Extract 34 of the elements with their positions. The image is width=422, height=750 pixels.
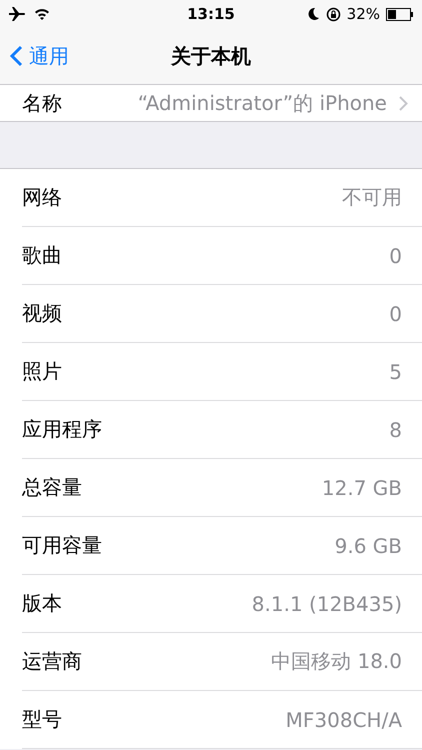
row-value: 8.1.1 (12B435)	[252, 592, 402, 616]
row-label: 型号	[22, 706, 62, 733]
row-value: 8	[389, 418, 402, 442]
row-value: 12.7 GB	[322, 476, 402, 500]
status-time: 13:15	[187, 5, 235, 23]
moon-icon	[306, 7, 320, 21]
airplane-icon	[8, 6, 26, 22]
row-label: 总容量	[22, 474, 82, 501]
row-label: 可用容量	[22, 532, 102, 559]
chevron-left-icon	[10, 45, 23, 67]
chevron-right-icon	[399, 96, 408, 110]
row-value: 5	[389, 360, 402, 384]
row-label: 应用程序	[22, 416, 102, 443]
rotation-lock-icon	[326, 6, 341, 22]
row-value: 9.6 GB	[334, 534, 402, 558]
battery-icon	[386, 8, 414, 20]
name-row[interactable]: 名称 “Administrator”的 iPhone	[0, 85, 422, 122]
row-value: 不可用	[342, 184, 402, 211]
back-button[interactable]: 通用	[0, 42, 75, 70]
row-label: 照片	[22, 358, 62, 385]
row-label: 歌曲	[22, 242, 62, 269]
row-label: 网络	[22, 184, 62, 211]
row-value: “Administrator”的 iPhone	[138, 90, 387, 116]
row-label: 视频	[22, 300, 62, 327]
row-value: 0	[389, 302, 402, 326]
page-title: 关于本机	[171, 42, 251, 70]
wifi-icon	[34, 8, 50, 20]
row-label: 版本	[22, 590, 62, 617]
row-value: 中国移动 18.0	[271, 648, 402, 675]
battery-percent: 32%	[346, 5, 380, 23]
row-label: 名称	[22, 90, 62, 116]
row-value: 0	[389, 244, 402, 268]
row-value: MF308CH/A	[286, 708, 402, 732]
row-label: 运营商	[22, 648, 82, 675]
